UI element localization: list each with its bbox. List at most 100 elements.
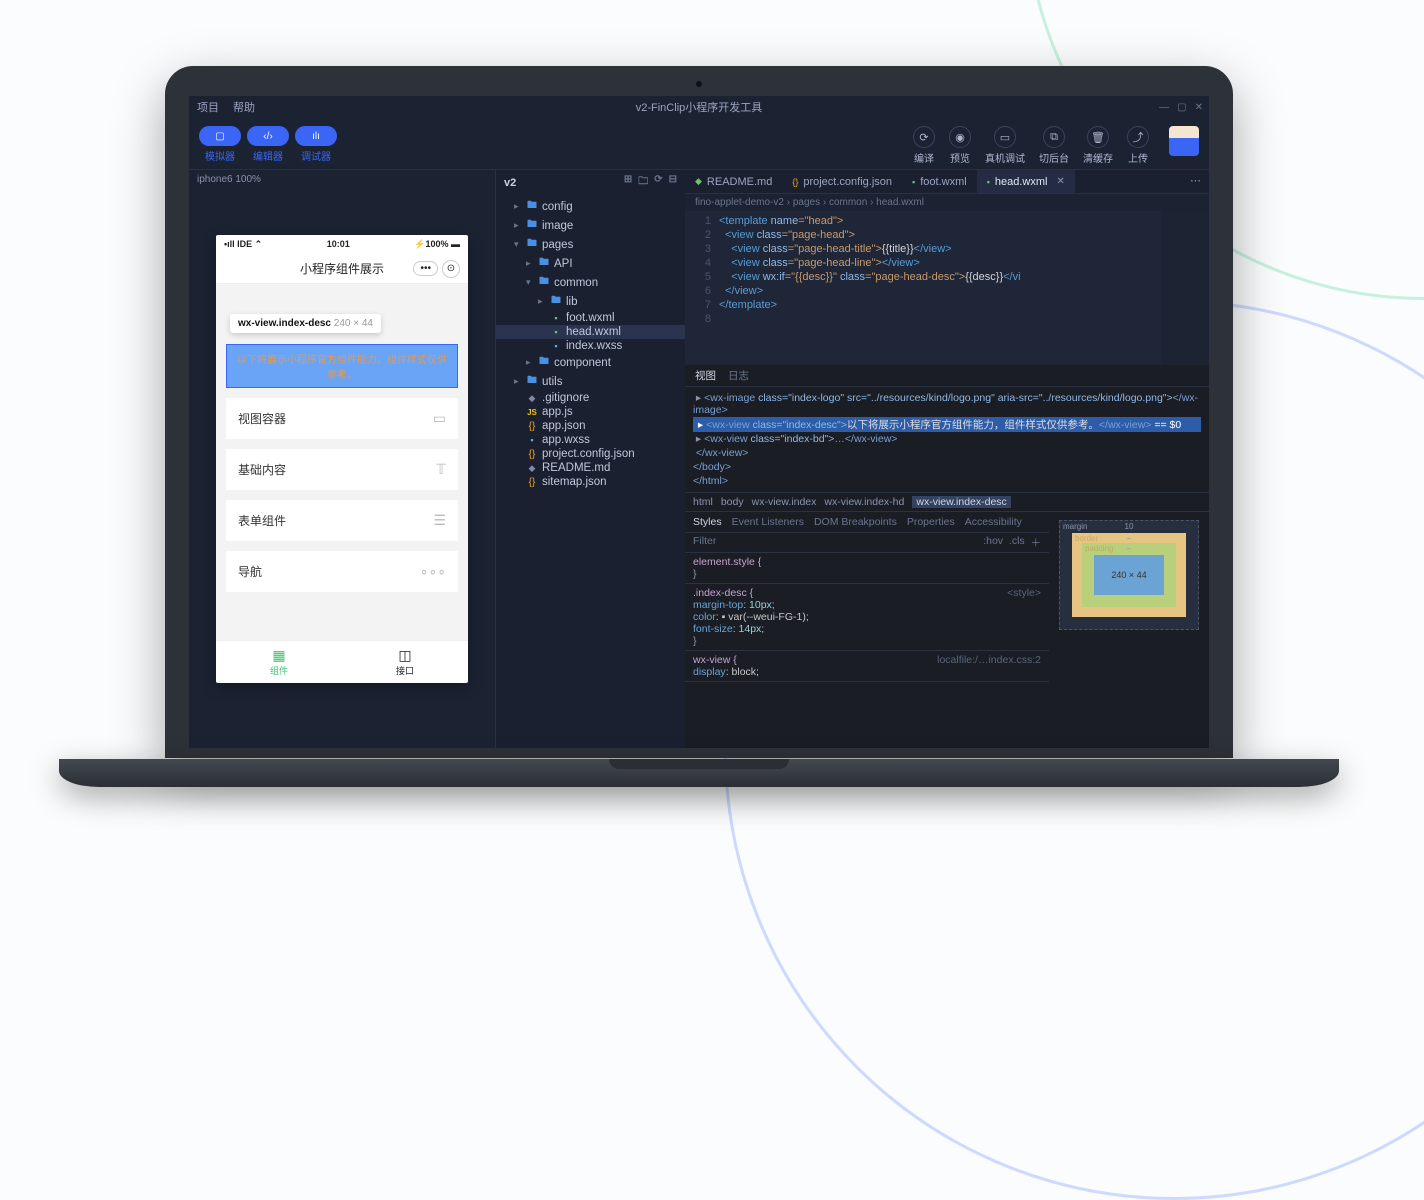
file-app-wxss[interactable]: ▪app.wxss (496, 433, 685, 447)
styles-filter-input[interactable]: Filter (693, 535, 983, 550)
element-style-rule[interactable]: element.style { } (685, 553, 1049, 584)
dom-breakpoints-tab[interactable]: DOM Breakpoints (814, 516, 897, 528)
close-capsule-icon[interactable]: ⊙ (442, 260, 460, 278)
preview-label: 预览 (950, 150, 970, 165)
cls-toggle[interactable]: .cls (1009, 535, 1025, 550)
maximize-icon[interactable]: ▢ (1177, 102, 1186, 113)
new-folder-icon[interactable]: 🗀 (638, 174, 648, 191)
folder-common[interactable]: ▾🖿common (496, 273, 685, 292)
folder-image[interactable]: ▸🖿image (496, 216, 685, 235)
file-head-wxml[interactable]: ▪head.wxml (496, 325, 685, 339)
index-desc-rule[interactable]: <style> .index-desc { margin-top: 10px; … (685, 584, 1049, 651)
tab-foot-wxml[interactable]: ▪foot.wxml (902, 170, 977, 193)
devtools-tab-log[interactable]: 日志 (728, 368, 749, 383)
file-foot-wxml[interactable]: ▪foot.wxml (496, 311, 685, 325)
tab-head-wxml[interactable]: ▪head.wxml✕ (977, 170, 1075, 193)
markdown-icon: ◆ (695, 176, 702, 187)
status-bar: •ıll IDE ⌃ 10:01 ⚡100% ▬ (216, 235, 468, 254)
dom-breadcrumb[interactable]: htmlbodywx-view.indexwx-view.index-hdwx-… (685, 492, 1209, 511)
window-title: v2-FinClip小程序开发工具 (636, 99, 763, 115)
remote-label: 真机调试 (985, 150, 1025, 165)
menu-item-form[interactable]: 表单组件☰ (226, 500, 458, 541)
menu-item-basic-content[interactable]: 基础内容𝕋 (226, 449, 458, 490)
more-menu-icon[interactable]: ••• (413, 261, 438, 276)
file-readme[interactable]: ◆README.md (496, 461, 685, 475)
hov-toggle[interactable]: :hov (983, 535, 1003, 550)
file-sitemap[interactable]: {}sitemap.json (496, 475, 685, 489)
signal-indicator: •ıll IDE ⌃ (224, 239, 262, 250)
tab-project-config[interactable]: {}project.config.json (782, 170, 902, 193)
minimize-icon[interactable]: — (1159, 102, 1169, 113)
tabbar-components[interactable]: ▦组件 (216, 641, 342, 683)
box-model: margin10 border– padding– 240 × 44 (1049, 512, 1209, 748)
upload-icon[interactable]: ⤴ (1127, 126, 1149, 148)
file-gitignore[interactable]: ◆.gitignore (496, 391, 685, 405)
tabbar-api[interactable]: ◫接口 (342, 641, 468, 683)
simulator-panel: iphone6 100% •ıll IDE ⌃ 10:01 ⚡100% ▬ 小程… (189, 169, 495, 748)
close-icon[interactable]: ✕ (1195, 102, 1203, 113)
accessibility-tab[interactable]: Accessibility (965, 516, 1022, 528)
folder-component[interactable]: ▸🖿component (496, 353, 685, 372)
folder-api[interactable]: ▸🖿API (496, 254, 685, 273)
grid-icon: ▦ (216, 647, 342, 664)
project-root[interactable]: v2 (504, 177, 516, 189)
refresh-icon[interactable]: ⟳ (654, 174, 662, 191)
highlighted-element[interactable]: 以下将展示小程序官方组件能力。组件样式仅供参考。 (226, 344, 458, 388)
debugger-toggle[interactable]: ılı (295, 126, 337, 146)
cache-icon[interactable]: 🗑 (1087, 126, 1109, 148)
inspector-tooltip: wx-view.index-desc 240 × 44 (230, 314, 381, 333)
new-file-icon[interactable]: ⊞ (624, 174, 632, 191)
styles-tab[interactable]: Styles (693, 516, 722, 528)
text-icon: 𝕋 (436, 461, 446, 478)
file-explorer: v2 ⊞ 🗀 ⟳ ⊟ ▸🖿config ▸🖿image ▾🖿pages ▸🖿AP… (495, 169, 685, 748)
wx-view-rule[interactable]: localfile:/…index.css:2 wx-view { displa… (685, 651, 1049, 682)
menu-project[interactable]: 项目 (197, 99, 219, 115)
editor-toggle[interactable]: ‹/› (247, 126, 289, 146)
compile-label: 编译 (914, 150, 934, 165)
box-model-content: 240 × 44 (1094, 555, 1164, 595)
event-listeners-tab[interactable]: Event Listeners (732, 516, 804, 528)
file-index-wxss[interactable]: ▪index.wxss (496, 339, 685, 353)
properties-tab[interactable]: Properties (907, 516, 955, 528)
background-icon[interactable]: ⧉ (1043, 126, 1065, 148)
selected-dom-node[interactable]: ▸ <wx-view class="index-desc">以下将展示小程序官方… (693, 417, 1201, 432)
folder-pages[interactable]: ▾🖿pages (496, 235, 685, 254)
file-project-config[interactable]: {}project.config.json (496, 447, 685, 461)
collapse-icon[interactable]: ⊟ (669, 174, 677, 191)
add-rule-icon[interactable]: ＋ (1031, 535, 1042, 550)
styles-panel: Styles Event Listeners DOM Breakpoints P… (685, 512, 1049, 748)
simulator-label: 模拟器 (205, 148, 235, 163)
minimap[interactable] (1161, 211, 1209, 365)
tab-readme[interactable]: ◆README.md (685, 170, 782, 193)
compile-icon[interactable]: ⟳ (913, 126, 935, 148)
breadcrumb[interactable]: fino-applet-demo-v2 › pages › common › h… (685, 194, 1209, 211)
tabs-overflow-icon[interactable]: ⋯ (1182, 170, 1209, 193)
folder-utils[interactable]: ▸🖿utils (496, 372, 685, 391)
more-icon: ∘∘∘ (420, 563, 446, 580)
dom-tree[interactable]: ▸ <wx-image class="index-logo" src="../r… (685, 387, 1209, 492)
gutter: 12345678 (685, 211, 719, 365)
tab-close-icon[interactable]: ✕ (1056, 176, 1064, 187)
wxml-icon: ▪ (987, 177, 990, 187)
devtools-tab-wxml[interactable]: 视图 (695, 368, 716, 383)
simulator-device-label[interactable]: iphone6 100% (189, 170, 495, 189)
phone-preview: •ıll IDE ⌃ 10:01 ⚡100% ▬ 小程序组件展示 ••• ⊙ (216, 235, 468, 683)
cache-label: 清缓存 (1083, 150, 1113, 165)
page-title: 小程序组件展示 (300, 260, 384, 277)
code-lines[interactable]: <template name="head"> <view class="page… (719, 211, 1021, 365)
file-app-js[interactable]: JSapp.js (496, 405, 685, 419)
folder-config[interactable]: ▸🖿config (496, 197, 685, 216)
remote-icon[interactable]: ▭ (994, 126, 1016, 148)
file-app-json[interactable]: {}app.json (496, 419, 685, 433)
background-label: 切后台 (1039, 150, 1069, 165)
laptop-base (59, 759, 1339, 787)
wxml-icon: ▪ (912, 177, 915, 187)
menu-help[interactable]: 帮助 (233, 99, 255, 115)
simulator-toggle[interactable]: ▢ (199, 126, 241, 146)
menu-item-navigation[interactable]: 导航∘∘∘ (226, 551, 458, 592)
code-editor[interactable]: 12345678 <template name="head"> <view cl… (685, 211, 1209, 365)
preview-icon[interactable]: ◉ (949, 126, 971, 148)
avatar[interactable] (1169, 126, 1199, 156)
menu-item-view-container[interactable]: 视图容器▭ (226, 398, 458, 439)
folder-lib[interactable]: ▸🖿lib (496, 292, 685, 311)
